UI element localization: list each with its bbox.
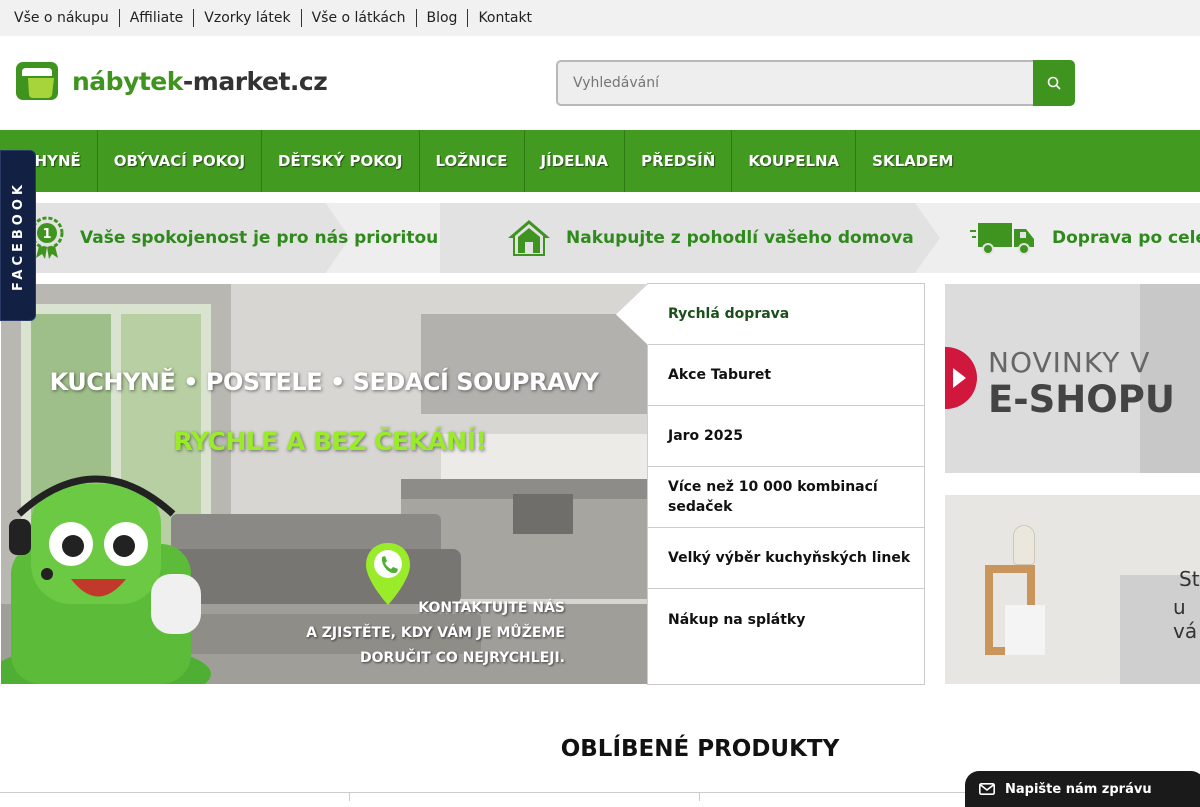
hero-banner[interactable]: KUCHYNĚ • POSTELE • SEDACÍ SOUPRAVY RYCH… — [1, 284, 647, 684]
chat-widget-button[interactable]: Napište nám zprávu — [965, 771, 1200, 807]
tab-kuchynske-linky[interactable]: Velký výběr kuchyňských linek — [648, 528, 924, 589]
tab-kombinace-sedacek[interactable]: Více než 10 000 kombinací sedaček — [648, 467, 924, 528]
search-input[interactable] — [556, 60, 1033, 106]
nav-item-koupelna[interactable]: KOUPELNA — [732, 130, 857, 192]
benefit-delivery: Doprava po celé — [970, 203, 1200, 273]
nav-item-skladem[interactable]: SKLADEM — [856, 130, 969, 192]
nav-item-jidelna[interactable]: JÍDELNA — [525, 130, 626, 192]
link-vzorky-latek[interactable]: Vzorky látek — [194, 9, 302, 27]
truck-icon — [970, 223, 1034, 255]
section-title-favorite-products: OBLÍBENÉ PRODUKTY — [560, 736, 840, 762]
promo-novinky-line1: NOVINKY V — [988, 346, 1151, 379]
site-logo[interactable]: nábytek-market.cz — [16, 62, 328, 100]
link-vse-o-nakupu[interactable]: Vše o nákupu — [4, 9, 120, 27]
nav-item-predsin[interactable]: PŘEDSÍŇ — [625, 130, 733, 192]
link-blog[interactable]: Blog — [417, 9, 469, 27]
tab-rychla-doprava[interactable]: Rychlá doprava — [616, 284, 924, 345]
hero-contact-text: KONTAKTUJTE NÁS A ZJISTĚTE, KDY VÁM JE M… — [306, 600, 565, 666]
promo-banner-shelf[interactable]: St u vá — [945, 495, 1200, 684]
search-icon — [1047, 76, 1061, 90]
link-vse-o-latkach[interactable]: Vše o látkách — [302, 9, 417, 27]
svg-text:1: 1 — [42, 227, 51, 242]
benefit-shop-from-home: Nakupujte z pohodlí vašeho domova — [506, 203, 914, 273]
nav-item-loznice[interactable]: LOŽNICE — [420, 130, 525, 192]
promo-novinky-line2: E-SHOPU — [988, 378, 1175, 421]
promo-shelf-line2: u vá — [1173, 595, 1198, 643]
books-illustration — [1005, 605, 1045, 655]
promo-banner-novinky[interactable]: NOVINKY V E-SHOPU — [945, 284, 1200, 473]
header: nábytek-market.cz — [0, 36, 1200, 130]
play-circle-icon — [945, 347, 977, 409]
nav-item-obyvaci-pokoj[interactable]: OBÝVACÍ POKOJ — [98, 130, 263, 192]
logo-sofa-icon — [16, 62, 58, 100]
tab-nakup-na-splatky[interactable]: Nákup na splátky — [648, 589, 924, 650]
link-affiliate[interactable]: Affiliate — [120, 9, 195, 27]
logo-wordmark: nábytek-market.cz — [72, 66, 328, 96]
house-icon — [508, 220, 550, 256]
benefits-strip: 1 Vaše spokojenost je pro nás prioritou … — [0, 203, 1200, 273]
facebook-side-tab[interactable]: FACEBOOK — [0, 150, 36, 321]
top-links-bar: Vše o nákupu Affiliate Vzorky látek Vše … — [0, 0, 1200, 36]
envelope-icon — [979, 783, 995, 795]
search-button[interactable] — [1033, 60, 1075, 106]
hero-headline: KUCHYNĚ • POSTELE • SEDACÍ SOUPRAVY — [49, 368, 599, 396]
promo-shelf-line1: St — [1179, 567, 1200, 591]
lamp-illustration — [1013, 525, 1035, 565]
tab-akce-taburet[interactable]: Akce Taburet — [648, 345, 924, 406]
link-kontakt[interactable]: Kontakt — [468, 9, 542, 27]
hero-subheadline: RYCHLE A BEZ ČEKÁNÍ! — [173, 427, 487, 456]
main-category-nav: KUCHYNĚ OBÝVACÍ POKOJ DĚTSKÝ POKOJ LOŽNI… — [0, 130, 1200, 192]
tab-jaro-2025[interactable]: Jaro 2025 — [648, 406, 924, 467]
nav-item-detsky-pokoj[interactable]: DĚTSKÝ POKOJ — [262, 130, 420, 192]
hero-tab-list: Rychlá doprava Akce Taburet Jaro 2025 Ví… — [616, 283, 925, 685]
benefit-satisfaction: 1 Vaše spokojenost je pro nás prioritou — [30, 203, 438, 273]
search-bar — [556, 60, 1075, 106]
